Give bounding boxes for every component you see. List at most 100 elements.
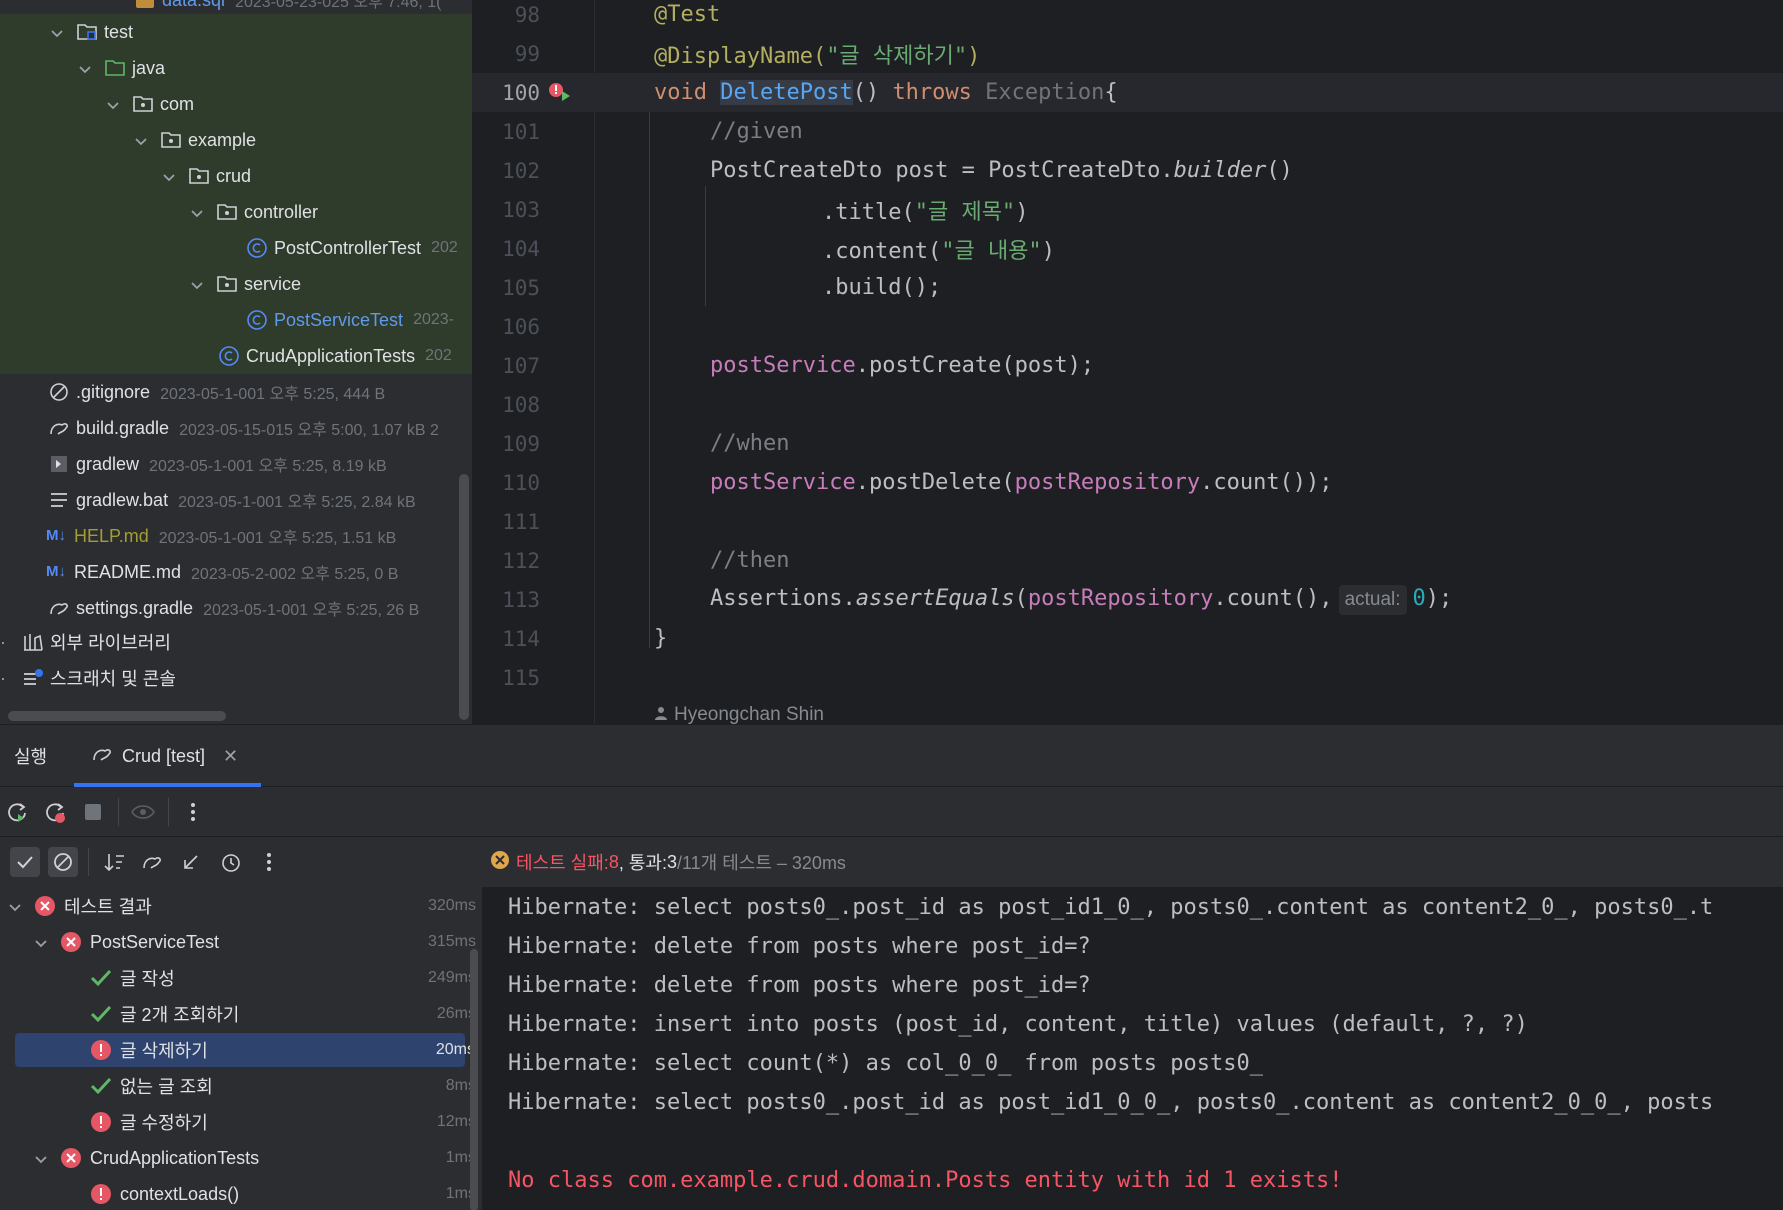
scratches-icon (22, 668, 44, 688)
tree-item-crud[interactable]: crud (0, 158, 472, 194)
tree-item-post-service-test[interactable]: PostServiceTest 2023- (0, 302, 472, 338)
code-line[interactable]: 102 PostCreateDto post = PostCreateDto.b… (472, 151, 1783, 190)
tree-item-gradlew-bat[interactable]: gradlew.bat 2023-05-1-001 오후 5:25, 2.84 … (0, 482, 472, 518)
test-node-update-post[interactable]: 글 수정하기 12ms (0, 1105, 476, 1139)
chevron-down-icon[interactable] (190, 277, 204, 291)
gradle-icon (48, 418, 70, 438)
tab-crud-test[interactable]: Crud [test] ✕ (92, 725, 238, 787)
folder-icon (104, 58, 126, 78)
chevron-down-icon[interactable] (34, 935, 48, 949)
tree-item-gradlew[interactable]: gradlew 2023-05-1-001 오후 5:25, 8.19 kB (0, 446, 472, 482)
code-line[interactable]: 109 //when (472, 424, 1783, 463)
error-icon (90, 1111, 112, 1133)
chevron-down-icon[interactable] (162, 169, 176, 183)
chevron-down-icon[interactable] (50, 25, 64, 39)
tree-item-service[interactable]: service (0, 266, 472, 302)
chevron-down-icon[interactable] (190, 205, 204, 219)
code-editor[interactable]: 98 @Test 99 @DisplayName("글 삭제하기") 100 v… (472, 0, 1783, 724)
tree-item-crud-application-tests[interactable]: CrudApplicationTests 202 (0, 338, 472, 374)
rerun-failed-icon[interactable] (40, 797, 70, 827)
test-node-read-missing-post[interactable]: 없는 글 조회 8ms (0, 1069, 476, 1103)
tree-item-build-gradle[interactable]: build.gradle 2023-05-15-015 오후 5:00, 1.0… (0, 410, 472, 446)
tree-vertical-scrollbar[interactable] (459, 474, 469, 720)
close-icon[interactable]: ✕ (223, 746, 238, 767)
code-line[interactable]: 99 @DisplayName("글 삭제하기") (472, 34, 1783, 73)
code-line[interactable]: 115 (472, 658, 1783, 697)
chevron-down-icon[interactable] (106, 97, 120, 111)
test-node-context-loads[interactable]: contextLoads() 1ms (0, 1177, 476, 1210)
tree-item-example[interactable]: example (0, 122, 472, 158)
class-icon (218, 345, 240, 367)
tree-item-test[interactable]: test (0, 14, 472, 50)
tree-horizontal-scrollbar[interactable] (8, 711, 226, 721)
show-ignored-icon[interactable] (48, 847, 78, 877)
test-tree-scrollbar[interactable] (470, 949, 478, 1210)
chevron-right-icon[interactable]: · (0, 668, 6, 689)
code-line[interactable]: 111 (472, 502, 1783, 541)
code-line[interactable]: 106 (472, 307, 1783, 346)
test-node-write-post[interactable]: 글 작성 249ms (0, 961, 476, 995)
tree-item-post-controller-test[interactable]: PostControllerTest 202 (0, 230, 472, 266)
test-node-post-service-test[interactable]: PostServiceTest 315ms (0, 925, 476, 959)
code-line[interactable]: 114 } (472, 619, 1783, 658)
more-options-icon[interactable] (254, 847, 284, 877)
chevron-right-icon[interactable]: · (0, 632, 6, 653)
rerun-icon[interactable] (2, 797, 32, 827)
tree-item-com[interactable]: com (0, 86, 472, 122)
tree-item-java[interactable]: java (0, 50, 472, 86)
test-node-read-two-posts[interactable]: 글 2개 조회하기 26ms (0, 997, 476, 1031)
gradle-icon (92, 745, 114, 768)
history-icon[interactable] (216, 847, 246, 877)
tree-item-scratches[interactable]: · 스크래치 및 콘솔 (0, 660, 472, 696)
code-line[interactable]: 105 .build(); (472, 268, 1783, 307)
test-node-delete-post[interactable]: 글 삭제하기 20ms (15, 1033, 475, 1067)
tree-item-controller[interactable]: controller (0, 194, 472, 230)
sql-file-icon (134, 0, 156, 10)
code-author-hint[interactable]: Hyeongchan Shin (654, 704, 824, 724)
markdown-icon: M↓ (46, 563, 66, 580)
console-error-line: No class com.example.crud.domain.Posts e… (508, 1168, 1343, 1193)
tree-item-external-libraries[interactable]: · 외부 라이브러리 (0, 624, 472, 660)
run-tabs: 실행 Crud [test] ✕ (0, 725, 1783, 787)
chevron-down-icon[interactable] (134, 133, 148, 147)
chevron-down-icon[interactable] (8, 899, 22, 913)
test-node-crud-application-tests[interactable]: CrudApplicationTests 1ms (0, 1141, 476, 1175)
show-passed-icon[interactable] (10, 847, 40, 877)
code-line[interactable]: 110 postService.postDelete(postRepositor… (472, 463, 1783, 502)
code-line[interactable]: 112 //then (472, 541, 1783, 580)
code-line[interactable]: 107 postService.postCreate(post); (472, 346, 1783, 385)
console-line: Hibernate: delete from posts where post_… (508, 973, 1091, 998)
tree-item-readme-md[interactable]: M↓ README.md 2023-05-2-002 오후 5:25, 0 B (0, 554, 472, 590)
code-line[interactable]: 113 Assertions.assertEquals(postReposito… (472, 580, 1783, 619)
project-tree: data.sql 2023-05-23-025 오후 7:46, 1( test… (0, 0, 472, 724)
passed-check-icon (90, 1003, 112, 1025)
collapse-icon[interactable] (176, 847, 206, 877)
chevron-down-icon[interactable] (78, 61, 92, 75)
code-line[interactable]: 103 .title("글 제목") (472, 190, 1783, 229)
stop-icon[interactable] (78, 797, 108, 827)
tab-run[interactable]: 실행 (14, 725, 47, 787)
tree-item-settings-gradle[interactable]: settings.gradle 2023-05-1-001 오후 5:25, 2… (0, 590, 472, 626)
text-file-icon (48, 490, 70, 510)
run-test-error-gutter-icon[interactable] (548, 81, 572, 107)
test-node-root[interactable]: 테스트 결과 320ms (0, 889, 476, 923)
code-line[interactable]: 98 @Test (472, 0, 1783, 34)
chevron-down-icon[interactable] (34, 1151, 48, 1165)
tree-item-gitignore[interactable]: .gitignore 2023-05-1-001 오후 5:25, 444 B (0, 374, 472, 410)
shell-script-icon (48, 454, 70, 474)
passed-check-icon (90, 1075, 112, 1097)
code-line[interactable]: 101 //given (472, 112, 1783, 151)
passed-check-icon (90, 967, 112, 989)
console-output[interactable]: Hibernate: select posts0_.post_id as pos… (482, 887, 1783, 1210)
more-options-icon[interactable] (178, 797, 208, 827)
sort-icon[interactable] (100, 847, 130, 877)
eye-icon[interactable] (128, 797, 158, 827)
package-icon (132, 94, 154, 114)
code-line-current[interactable]: 100 void DeletePost() throws Exception{ (472, 73, 1783, 112)
tree-item-help-md[interactable]: M↓ HELP.md 2023-05-1-001 오후 5:25, 1.51 k… (0, 518, 472, 554)
code-line[interactable]: 108 (472, 385, 1783, 424)
gradle-icon[interactable] (138, 847, 168, 877)
console-line: Hibernate: delete from posts where post_… (508, 934, 1091, 959)
code-line[interactable]: 104 .content("글 내용") (472, 229, 1783, 268)
toolbar-separator (118, 798, 119, 826)
